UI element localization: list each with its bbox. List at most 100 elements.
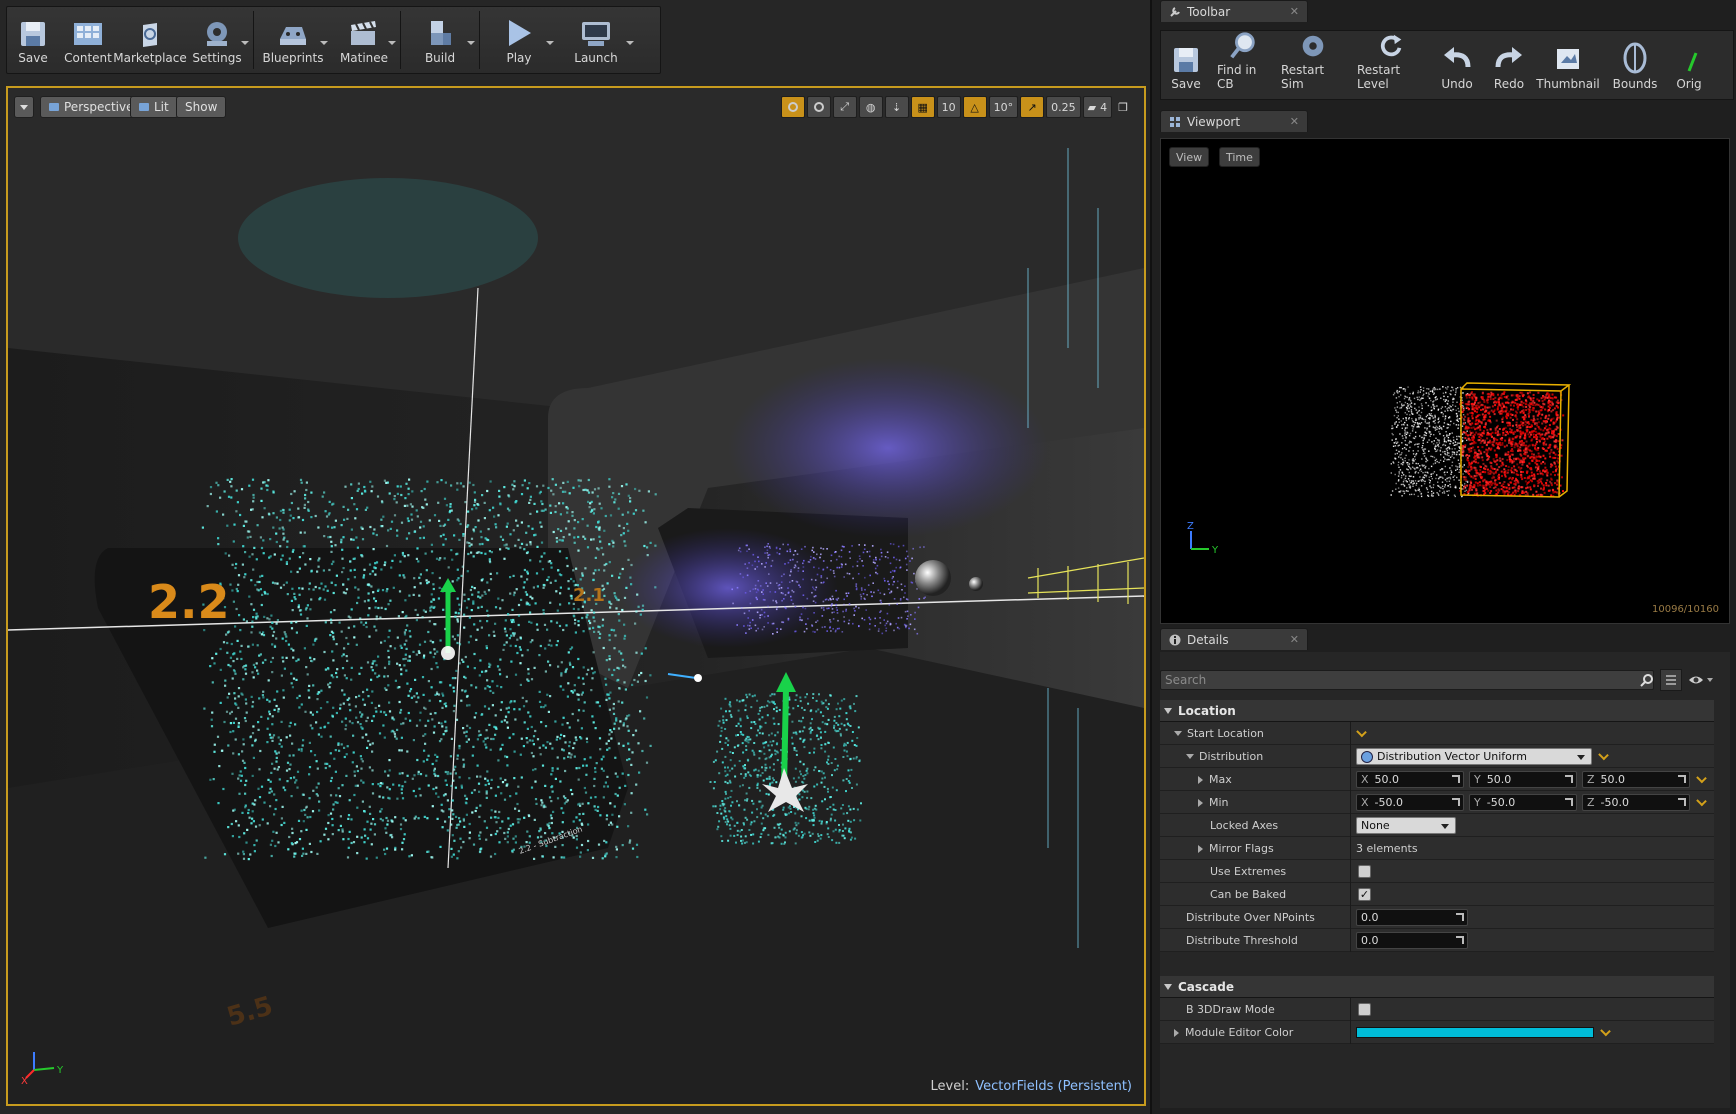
tab-viewport[interactable]: Viewport ✕ — [1160, 110, 1308, 132]
cascade-save-button[interactable]: Save — [1161, 31, 1211, 99]
expand-icon[interactable] — [1198, 844, 1203, 853]
matinee-dropdown-caret[interactable] — [388, 41, 396, 45]
thumbnail-button[interactable]: Thumbnail — [1535, 31, 1601, 99]
min-z-field[interactable]: Z -50.0 — [1582, 794, 1690, 811]
expand-icon[interactable] — [1174, 1028, 1179, 1037]
save-button[interactable]: Save — [7, 7, 59, 73]
launch-button[interactable]: Launch — [556, 7, 636, 73]
level-prefix: Level: — [930, 1079, 970, 1094]
distribution-combo[interactable]: Distribution Vector Uniform — [1356, 748, 1592, 765]
particle-preview-viewport[interactable]: View Time Z Y 10096/10160 — [1160, 138, 1730, 624]
settings-dropdown-caret[interactable] — [241, 41, 249, 45]
play-dropdown-caret[interactable] — [546, 41, 554, 45]
spin-icon — [1452, 775, 1460, 783]
reset-icon[interactable] — [1696, 772, 1707, 784]
scale-mode-button[interactable]: ⤢ — [832, 96, 857, 118]
world-space-button[interactable]: ◍ — [858, 96, 883, 118]
search-icon[interactable] — [1640, 673, 1654, 687]
category-location[interactable]: Location — [1160, 700, 1714, 722]
undo-button[interactable]: Undo — [1431, 31, 1483, 99]
launch-dropdown-caret[interactable] — [626, 41, 634, 45]
distribute-npoints-field[interactable]: 0.0 — [1356, 909, 1468, 926]
scale-snap-value[interactable]: 0.25 — [1046, 96, 1081, 118]
prop-label: Min — [1209, 796, 1229, 809]
settings-button[interactable]: Settings — [183, 7, 251, 73]
blueprints-dropdown-caret[interactable] — [320, 41, 328, 45]
can-be-baked-checkbox[interactable]: ✓ — [1358, 888, 1371, 901]
restart-level-icon — [1380, 34, 1402, 57]
3ddraw-mode-checkbox[interactable] — [1358, 1003, 1371, 1016]
rotation-snap-toggle[interactable]: △ — [962, 96, 987, 118]
reset-icon[interactable] — [1600, 1025, 1611, 1037]
white-particle-cloud — [1390, 386, 1470, 498]
scale-snap-icon: ↗ — [1027, 100, 1037, 114]
build-dropdown-caret[interactable] — [467, 41, 475, 45]
reset-icon[interactable] — [1598, 749, 1609, 761]
axis-x-label: X — [21, 1076, 28, 1087]
viewport-scene[interactable]: 2.2 2.1 2.2 - Subtraction 5.5 X Y — [8, 88, 1144, 1104]
axis-x-label: X — [1361, 796, 1369, 809]
scale-snap-toggle[interactable]: ↗ — [1020, 96, 1045, 118]
level-viewport[interactable]: 2.2 2.1 2.2 - Subtraction 5.5 X Y Perspe… — [6, 86, 1146, 1106]
perspective-label: Perspective — [64, 100, 134, 114]
rotate-mode-button[interactable] — [806, 96, 831, 118]
bounds-button[interactable]: Bounds — [1601, 31, 1669, 99]
close-icon[interactable]: ✕ — [1290, 5, 1299, 18]
origin-button[interactable]: Orig — [1669, 31, 1709, 99]
camera-speed-button[interactable]: ▰ 4 — [1082, 96, 1113, 118]
play-button[interactable]: Play — [482, 7, 556, 73]
close-icon[interactable]: ✕ — [1290, 115, 1299, 128]
maximize-viewport-button[interactable]: ❐ — [1114, 96, 1132, 118]
spin-icon — [1456, 936, 1464, 944]
surface-snap-button[interactable]: ⇣ — [884, 96, 909, 118]
viewport-options-dropdown[interactable] — [14, 96, 34, 118]
max-z-field[interactable]: Z 50.0 — [1582, 771, 1690, 788]
restart-level-button[interactable]: Restart Level — [1351, 31, 1431, 99]
redo-button[interactable]: Redo — [1483, 31, 1535, 99]
globe-icon: ◍ — [865, 100, 876, 114]
perspective-button[interactable]: Perspective — [40, 96, 143, 118]
lit-icon — [139, 103, 149, 111]
find-in-cb-label: Find in CB — [1217, 63, 1257, 91]
collapse-icon[interactable] — [1174, 731, 1182, 736]
details-search-input[interactable]: Search — [1160, 670, 1654, 690]
expand-icon[interactable] — [1198, 798, 1203, 807]
distant-emitter-sprite[interactable] — [694, 674, 702, 682]
reset-icon[interactable] — [1356, 726, 1367, 738]
restart-sim-button[interactable]: Restart Sim — [1275, 31, 1351, 99]
rotation-snap-value[interactable]: 10° — [988, 96, 1019, 118]
build-button[interactable]: Build — [403, 7, 477, 73]
max-y-field[interactable]: Y 50.0 — [1469, 771, 1577, 788]
min-x-field[interactable]: X -50.0 — [1356, 794, 1464, 811]
show-button[interactable]: Show — [176, 96, 227, 118]
undo-icon — [1444, 47, 1471, 68]
category-cascade[interactable]: Cascade — [1160, 976, 1714, 998]
grid-snap-toggle[interactable]: ▦ — [910, 96, 935, 118]
module-color-swatch[interactable] — [1356, 1027, 1594, 1038]
use-extremes-checkbox[interactable] — [1358, 865, 1371, 878]
close-icon[interactable]: ✕ — [1290, 633, 1299, 646]
expand-icon[interactable] — [1198, 775, 1203, 784]
tab-details[interactable]: Details ✕ — [1160, 628, 1308, 650]
prop-label: Can be Baked — [1210, 888, 1287, 901]
chevron-down-icon — [1441, 824, 1449, 829]
find-in-cb-button[interactable]: Find in CB — [1211, 31, 1275, 99]
tab-toolbar[interactable]: Toolbar ✕ — [1160, 0, 1308, 22]
eye-icon[interactable] — [1688, 672, 1714, 688]
max-x-field[interactable]: X 50.0 — [1356, 771, 1464, 788]
matinee-button[interactable]: Matinee — [330, 7, 398, 73]
min-y-field[interactable]: Y -50.0 — [1469, 794, 1577, 811]
lit-button[interactable]: Lit — [130, 96, 178, 118]
marketplace-button[interactable]: Marketplace — [113, 7, 187, 73]
reset-icon[interactable] — [1696, 795, 1707, 807]
translate-mode-button[interactable] — [780, 96, 805, 118]
locked-axes-combo[interactable]: None — [1356, 817, 1456, 834]
grid-snap-value[interactable]: 10 — [936, 96, 961, 118]
distribute-threshold-field[interactable]: 0.0 — [1356, 932, 1468, 949]
content-button[interactable]: Content — [59, 7, 117, 73]
blueprints-button[interactable]: Blueprints — [256, 7, 330, 73]
collapse-icon[interactable] — [1186, 754, 1194, 759]
view-options-button[interactable] — [1660, 669, 1682, 691]
emitter-sprite-large[interactable] — [441, 646, 455, 660]
prop-start-location: Start Location — [1160, 722, 1714, 745]
